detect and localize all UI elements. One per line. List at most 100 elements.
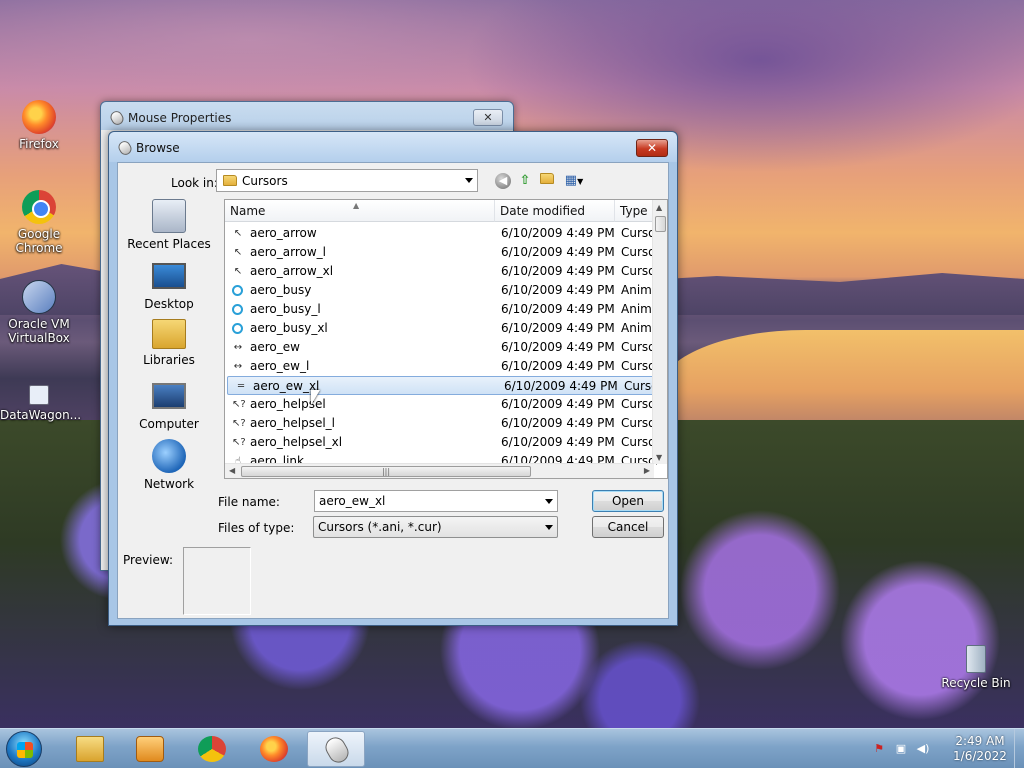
chrome-icon [198, 736, 226, 762]
cursor-file-icon: ↖ [233, 228, 243, 239]
desktop-icon-firefox[interactable]: Firefox [0, 100, 78, 151]
file-row[interactable]: ↖? aero_helpsel_xl 6/10/2009 4:49 PM Cursor [225, 433, 657, 452]
file-list[interactable]: Name ▲ Date modified Type ↖ aero_arrow 6/1… [224, 199, 668, 479]
column-header-label: Date modified [500, 204, 586, 218]
column-header-name[interactable]: Name ▲ [225, 200, 495, 222]
show-desktop-button[interactable] [1014, 729, 1024, 768]
files-of-type-value: Cursors (*.ani, *.cur) [318, 520, 442, 534]
start-button[interactable] [6, 731, 42, 767]
files-of-type-dropdown[interactable]: Cursors (*.ani, *.cur) [313, 516, 558, 538]
file-row[interactable]: ↔ aero_ew 6/10/2009 4:49 PM Cursor [225, 338, 657, 357]
desktop-icon-label: Firefox [19, 137, 59, 151]
taskbar-item-firefox[interactable] [245, 731, 303, 767]
desktop-icon-virtualbox[interactable]: Oracle VM VirtualBox [0, 280, 78, 345]
desktop-icon-chrome[interactable]: Google Chrome [0, 190, 78, 255]
back-button[interactable]: ◀ [493, 171, 513, 191]
horizontal-scroll-thumb[interactable]: ||| [241, 466, 531, 477]
clock[interactable]: 2:49 AM 1/6/2022 [950, 734, 1010, 764]
file-name: aero_arrow_l [250, 245, 326, 259]
file-row[interactable]: ═ aero_ew_xl 6/10/2009 4:49 PM Cursor [227, 376, 660, 395]
cancel-button[interactable]: Cancel [592, 516, 664, 538]
file-date-modified: 6/10/2009 4:49 PM [501, 226, 615, 240]
cursor-file-icon: ↖ [233, 266, 243, 277]
mouse-properties-close-button[interactable]: ✕ [473, 109, 503, 126]
taskbar-item-mouse-properties[interactable] [307, 731, 365, 767]
place-desktop[interactable]: Desktop [120, 259, 218, 311]
look-in-dropdown[interactable]: Cursors [216, 169, 478, 192]
file-name: aero_busy [250, 283, 312, 297]
desktop-icon-recycle-bin[interactable]: Recycle Bin [935, 645, 1017, 690]
open-button[interactable]: Open [592, 490, 664, 512]
taskbar-item-media-player[interactable] [121, 731, 179, 767]
taskbar: ⚑ ▣ ◀) 2:49 AM 1/6/2022 [0, 728, 1024, 768]
mouse-pointer-icon [311, 390, 320, 405]
file-date-modified: 6/10/2009 4:49 PM [501, 264, 615, 278]
file-date-modified: 6/10/2009 4:49 PM [501, 359, 615, 373]
virtualbox-icon [22, 280, 56, 314]
libraries-icon [152, 319, 186, 349]
place-label: Libraries [143, 353, 195, 367]
cursor-file-icon [232, 304, 243, 315]
file-name-input[interactable]: aero_ew_xl [314, 490, 558, 512]
column-header-date-modified[interactable]: Date modified [495, 200, 615, 222]
cursor-file-icon [232, 285, 243, 296]
place-network[interactable]: Network [120, 439, 218, 491]
file-name: aero_helpsel_xl [250, 435, 343, 449]
file-row[interactable]: ↖ aero_arrow 6/10/2009 4:49 PM Cursor [225, 224, 657, 243]
action-center-flag-icon[interactable]: ⚑ [872, 742, 886, 756]
browse-close-button[interactable]: ✕ [636, 139, 668, 157]
file-date-modified: 6/10/2009 4:49 PM [501, 321, 615, 335]
cursor-file-icon: ↔ [233, 342, 243, 353]
file-row[interactable]: ↖? aero_helpsel_l 6/10/2009 4:49 PM Cursor [225, 414, 657, 433]
file-date-modified: 6/10/2009 4:49 PM [504, 379, 618, 393]
scroll-up-arrow-icon[interactable]: ▲ [656, 203, 662, 212]
recent-places-icon [152, 199, 186, 233]
desktop-icon-label: Google Chrome [15, 227, 63, 255]
chevron-down-icon [465, 178, 473, 183]
file-row[interactable]: aero_busy_xl6/10/2009 4:49 PMAnimated [225, 319, 657, 338]
place-computer[interactable]: Computer [120, 379, 218, 431]
file-name: aero_ew [250, 340, 300, 354]
view-menu-button[interactable]: ▦▼ [560, 171, 588, 191]
file-row[interactable]: ↔ aero_ew_l 6/10/2009 4:49 PM Cursor [225, 357, 657, 376]
preview-area [183, 547, 251, 615]
cursor-file-icon: ↔ [233, 361, 243, 372]
look-in-value: Cursors [242, 173, 288, 188]
file-row[interactable]: ↖ aero_arrow_xl 6/10/2009 4:49 PM Cursor [225, 262, 657, 281]
clock-time: 2:49 AM [955, 734, 1005, 748]
file-rows: ↖ aero_arrow 6/10/2009 4:49 PM Cursor ↖ aero_… [225, 224, 660, 471]
column-header-label: Name [230, 204, 266, 218]
up-one-level-button[interactable]: ⇧ [515, 171, 535, 191]
horizontal-scrollbar[interactable]: ◀ ||| ▶ [225, 463, 654, 478]
place-recent-places[interactable]: Recent Places [120, 199, 218, 251]
look-in-label: Look in: [171, 176, 218, 190]
sort-ascending-icon: ▲ [353, 201, 360, 210]
desktop-icon-datawagon[interactable]: DataWagon... [0, 385, 82, 422]
vertical-scroll-thumb[interactable] [655, 216, 666, 232]
taskbar-item-chrome[interactable] [183, 731, 241, 767]
new-folder-button[interactable] [537, 171, 557, 191]
preview-label: Preview: [123, 553, 174, 567]
file-row[interactable]: aero_busy_l6/10/2009 4:49 PMAnimated [225, 300, 657, 319]
vertical-scrollbar[interactable]: ▲ ▼ [652, 200, 667, 464]
network-status-icon[interactable]: ▣ [894, 742, 908, 756]
firefox-icon [22, 100, 56, 134]
browse-dialog[interactable]: Browse ✕ Look in: Cursors ◀ ⇧ ▦▼ Recent … [108, 131, 678, 626]
file-row[interactable]: aero_busy6/10/2009 4:49 PMAnimated [225, 281, 657, 300]
desktop-icon-label: Recycle Bin [941, 676, 1011, 690]
place-libraries[interactable]: Libraries [120, 319, 218, 367]
scroll-right-arrow-icon[interactable]: ▶ [644, 466, 650, 475]
browse-titlebar[interactable]: Browse ✕ [109, 132, 677, 162]
scroll-down-arrow-icon[interactable]: ▼ [656, 453, 662, 462]
cursor-file-icon: ═ [237, 381, 245, 392]
file-row[interactable]: ↖? aero_helpsel 6/10/2009 4:49 PM Cursor [225, 395, 657, 414]
file-date-modified: 6/10/2009 4:49 PM [501, 397, 615, 411]
cursor-file-icon [232, 323, 243, 334]
volume-icon[interactable]: ◀) [916, 742, 930, 756]
up-folder-icon: ⇧ [519, 173, 531, 188]
scroll-left-arrow-icon[interactable]: ◀ [229, 466, 235, 475]
window-title: Mouse Properties [128, 111, 232, 125]
desktop-icon-label: DataWagon... [0, 408, 82, 422]
file-row[interactable]: ↖ aero_arrow_l 6/10/2009 4:49 PM Cursor [225, 243, 657, 262]
taskbar-item-explorer[interactable] [61, 731, 119, 767]
